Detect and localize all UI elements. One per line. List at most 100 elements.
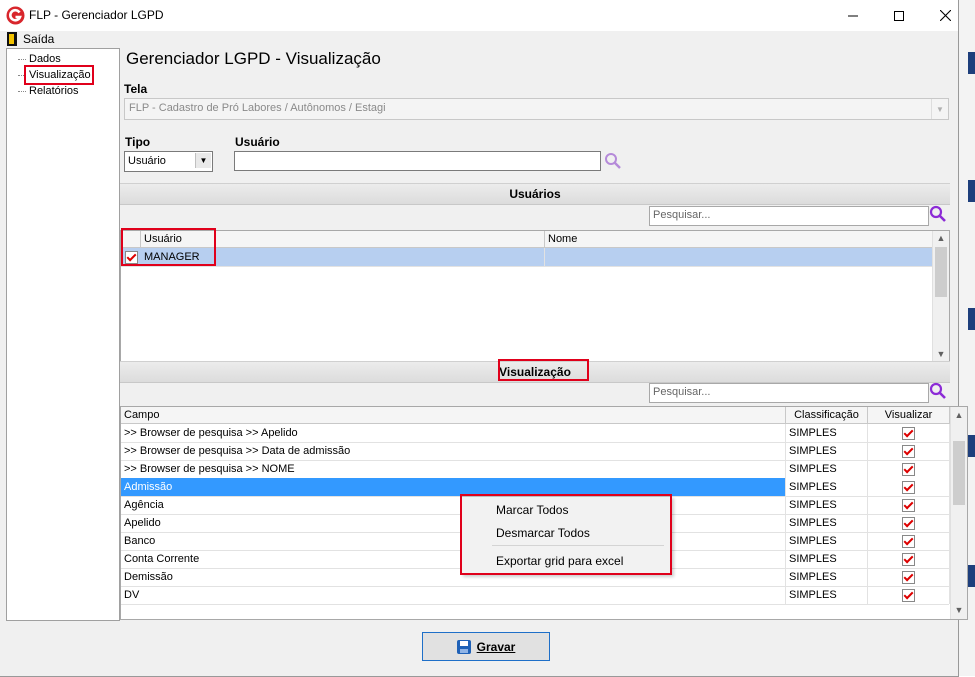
cell-campo: Banco xyxy=(121,532,786,550)
usuarios-search-input[interactable]: Pesquisar... xyxy=(649,206,929,226)
app-logo-icon xyxy=(6,6,25,25)
navigation-tree: Dados Visualização Relatórios xyxy=(6,48,120,621)
visualizar-checkbox[interactable] xyxy=(902,535,915,548)
menu-item-desmarcar-todos[interactable]: Desmarcar Todos xyxy=(496,526,590,540)
table-row[interactable]: >> Browser de pesquisa >> Data de admiss… xyxy=(121,442,950,461)
menu-separator xyxy=(492,545,664,546)
grid-header-check[interactable] xyxy=(121,231,141,248)
close-button[interactable] xyxy=(922,0,968,31)
cell-visualizar xyxy=(868,532,950,550)
cell-visualizar xyxy=(868,514,950,532)
save-button-label: Gravar xyxy=(476,639,516,654)
usuarios-grid: Usuário Nome MANAGER ▲ ▼ xyxy=(120,230,950,362)
table-row[interactable]: >> Browser de pesquisa >> NOME SIMPLES xyxy=(121,460,950,479)
cell-visualizar xyxy=(868,496,950,514)
visualizar-checkbox[interactable] xyxy=(902,517,915,530)
scrollbar-thumb[interactable] xyxy=(935,247,947,297)
tipo-select[interactable]: Usuário ▼ xyxy=(124,151,213,172)
scroll-up-icon[interactable]: ▲ xyxy=(933,231,949,245)
search-icon[interactable] xyxy=(929,205,947,223)
menu-exit[interactable]: Saída xyxy=(23,32,54,46)
menu-item-marcar-todos[interactable]: Marcar Todos xyxy=(496,503,568,517)
cell-classificacao: SIMPLES xyxy=(786,550,868,568)
row-checkbox[interactable] xyxy=(125,251,138,264)
table-row[interactable]: >> Browser de pesquisa >> Apelido SIMPLES xyxy=(121,424,950,443)
close-icon xyxy=(939,10,951,21)
bg-strip xyxy=(968,308,975,330)
menu-item-exportar-excel[interactable]: Exportar grid para excel xyxy=(496,554,623,568)
cell-visualizar xyxy=(868,442,950,460)
cell-visualizar xyxy=(868,424,950,442)
cell-visualizar xyxy=(868,550,950,568)
exit-door-icon[interactable] xyxy=(7,32,17,46)
search-icon[interactable] xyxy=(604,152,622,170)
visualizar-checkbox[interactable] xyxy=(902,463,915,476)
tree-item-dados[interactable]: Dados xyxy=(28,52,62,66)
usuario-input[interactable] xyxy=(234,151,601,171)
visualizacao-scrollbar[interactable]: ▲ ▼ xyxy=(950,407,967,619)
floppy-disk-icon xyxy=(456,639,471,654)
visualizar-checkbox[interactable] xyxy=(902,553,915,566)
grid-header-usuario[interactable]: Usuário xyxy=(141,231,545,248)
window-title: FLP - Gerenciador LGPD xyxy=(29,8,164,22)
scroll-down-icon[interactable]: ▼ xyxy=(933,347,949,361)
cell-campo: >> Browser de pesquisa >> Apelido xyxy=(121,424,786,442)
cell-usuario: MANAGER xyxy=(141,248,545,266)
cell-classificacao: SIMPLES xyxy=(786,532,868,550)
grid-header-nome[interactable]: Nome xyxy=(545,231,949,248)
tree-item-relatorios[interactable]: Relatórios xyxy=(28,84,80,98)
table-row[interactable]: MANAGER xyxy=(121,248,949,267)
save-button[interactable]: Gravar xyxy=(422,632,550,661)
chevron-down-icon[interactable]: ▼ xyxy=(195,153,211,168)
cell-classificacao: SIMPLES xyxy=(786,460,868,478)
tree-item-visualizacao[interactable]: Visualização xyxy=(28,68,92,82)
cell-nome xyxy=(545,248,933,266)
visualizar-checkbox[interactable] xyxy=(902,481,915,494)
maximize-button[interactable] xyxy=(876,0,922,31)
tree-connector xyxy=(18,75,26,76)
cell-campo: Conta Corrente xyxy=(121,550,786,568)
cell-visualizar xyxy=(868,460,950,478)
bg-strip xyxy=(968,565,975,587)
scrollbar-thumb[interactable] xyxy=(953,441,965,505)
cell-classificacao: SIMPLES xyxy=(786,424,868,442)
grid-header-visualizar[interactable]: Visualizar xyxy=(868,407,950,424)
visualizar-checkbox[interactable] xyxy=(902,589,915,602)
cell-campo: >> Browser de pesquisa >> NOME xyxy=(121,460,786,478)
bg-strip xyxy=(968,52,975,74)
cell-visualizar xyxy=(868,478,950,496)
bg-strip xyxy=(968,180,975,202)
tipo-select-value: Usuário xyxy=(128,155,166,167)
scroll-up-icon[interactable]: ▲ xyxy=(951,408,967,422)
tree-connector xyxy=(18,91,26,92)
tela-select-value: FLP - Cadastro de Pró Labores / Autônomo… xyxy=(129,102,386,114)
usuarios-scrollbar[interactable]: ▲ ▼ xyxy=(932,231,949,361)
visualizar-checkbox[interactable] xyxy=(902,445,915,458)
cell-classificacao: SIMPLES xyxy=(786,478,868,496)
grid-header-campo[interactable]: Campo xyxy=(121,407,786,424)
tela-label: Tela xyxy=(124,82,148,96)
visualizar-checkbox[interactable] xyxy=(902,499,915,512)
maximize-icon xyxy=(894,10,904,21)
search-icon[interactable] xyxy=(929,382,947,400)
minimize-button[interactable] xyxy=(830,0,876,31)
visualizar-checkbox[interactable] xyxy=(902,571,915,584)
visualizar-checkbox[interactable] xyxy=(902,427,915,440)
usuarios-section-header: Usuários xyxy=(120,183,950,205)
cell-classificacao: SIMPLES xyxy=(786,586,868,604)
app-window: FLP - Gerenciador LGPD Saída Dados Visua… xyxy=(0,0,968,677)
cell-campo: >> Browser de pesquisa >> Data de admiss… xyxy=(121,442,786,460)
chevron-down-icon[interactable]: ▼ xyxy=(931,99,948,119)
grid-header-classificacao[interactable]: Classificação xyxy=(786,407,868,424)
visualizacao-search-input[interactable]: Pesquisar... xyxy=(649,383,929,403)
cell-classificacao: SIMPLES xyxy=(786,568,868,586)
scroll-down-icon[interactable]: ▼ xyxy=(951,603,967,617)
table-row[interactable]: DV SIMPLES xyxy=(121,586,950,605)
page-title: Gerenciador LGPD - Visualização xyxy=(126,49,381,68)
tree-connector xyxy=(18,59,26,60)
tela-select[interactable]: FLP - Cadastro de Pró Labores / Autônomo… xyxy=(124,98,949,120)
table-row[interactable]: Admissão SIMPLES xyxy=(121,478,950,497)
cell-visualizar xyxy=(868,568,950,586)
menu-bar xyxy=(0,31,958,48)
title-bar: FLP - Gerenciador LGPD xyxy=(0,0,958,31)
